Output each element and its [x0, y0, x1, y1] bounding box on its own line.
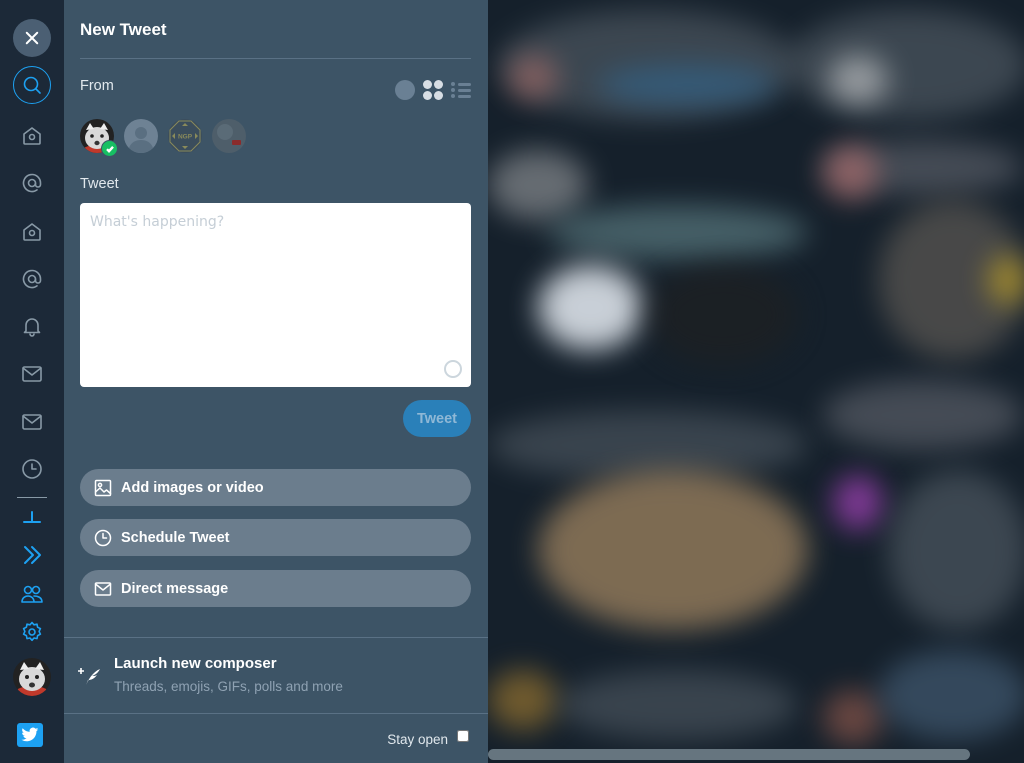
obscured-content — [538, 265, 643, 350]
direct-message-button[interactable]: Direct message — [80, 570, 471, 607]
character-count-ring — [444, 360, 462, 378]
default-avatar-icon — [124, 119, 158, 153]
users-icon — [21, 585, 43, 603]
mail-icon — [22, 366, 42, 382]
obscured-content — [558, 670, 798, 740]
column-home-2[interactable] — [12, 212, 52, 252]
user-avatar[interactable] — [13, 658, 51, 696]
account-avatar-3[interactable]: NGP — [168, 119, 202, 153]
account-selector: NGP — [80, 119, 246, 157]
nav-divider — [17, 497, 47, 498]
obscured-content — [548, 205, 808, 260]
column-scheduled[interactable] — [12, 449, 52, 489]
obscured-content — [488, 150, 588, 220]
collapse-icon — [23, 511, 41, 523]
accounts-button[interactable] — [12, 574, 52, 614]
tweetdeck-app: New Tweet From NGP Tweet What's happenin… — [0, 0, 1024, 763]
clock-icon — [94, 529, 112, 546]
horizontal-scrollbar[interactable] — [488, 749, 970, 760]
column-mentions-2[interactable] — [12, 259, 52, 299]
column-home-1[interactable] — [12, 116, 52, 156]
obscured-content — [833, 475, 883, 530]
at-icon — [22, 269, 42, 289]
settings-button[interactable] — [12, 612, 52, 652]
drawer-title: New Tweet — [80, 20, 167, 39]
double-chevron-icon — [24, 546, 41, 564]
close-composer-button[interactable] — [13, 19, 51, 57]
launch-new-composer-button[interactable]: Launch new composer Threads, emojis, GIF… — [64, 638, 488, 714]
column-messages-1[interactable] — [12, 354, 52, 394]
obscured-content — [648, 265, 798, 365]
account-avatar-2[interactable] — [124, 119, 158, 153]
twitter-logo — [17, 723, 43, 747]
column-notifications[interactable] — [12, 306, 52, 346]
obscured-content — [508, 55, 558, 100]
expand-button[interactable] — [12, 536, 52, 574]
send-tweet-button[interactable]: Tweet — [403, 400, 471, 437]
obscured-content — [788, 10, 1024, 120]
search-icon — [23, 76, 41, 94]
obscured-content — [538, 470, 808, 630]
direct-message-label: Direct message — [121, 580, 229, 597]
obscured-content — [488, 410, 808, 480]
bell-icon — [23, 318, 41, 337]
stay-open-label: Stay open — [387, 732, 448, 747]
launch-composer-title: Launch new composer — [114, 655, 277, 672]
add-images-label: Add images or video — [121, 479, 264, 496]
single-account-view-button[interactable] — [395, 80, 415, 100]
check-icon — [105, 145, 114, 153]
obscured-content — [823, 380, 1023, 450]
account-view-toggles — [395, 80, 471, 100]
account-avatar-1[interactable] — [80, 119, 118, 157]
obscured-content — [823, 690, 883, 745]
launch-divider-bottom — [64, 713, 488, 714]
obscured-content — [888, 470, 1024, 630]
list-account-view-button[interactable] — [451, 80, 471, 100]
twitter-bird-icon — [21, 727, 39, 742]
avatar-image — [13, 658, 51, 696]
avatar-image — [212, 119, 246, 153]
stay-open-option[interactable]: Stay open — [387, 729, 469, 747]
title-divider — [80, 58, 471, 59]
from-label: From — [80, 78, 114, 94]
image-icon — [94, 479, 112, 496]
obscured-content — [488, 670, 558, 730]
svg-text:NGP: NGP — [178, 134, 193, 141]
mail-icon — [94, 581, 112, 596]
gear-icon — [22, 621, 42, 642]
tweet-compose-box — [80, 203, 471, 387]
at-icon — [22, 173, 42, 193]
close-icon — [25, 31, 39, 45]
column-mentions-1[interactable] — [12, 163, 52, 203]
account-avatar-4[interactable] — [212, 119, 246, 153]
column-messages-2[interactable] — [12, 402, 52, 442]
clock-icon — [22, 459, 42, 479]
launch-composer-subtitle: Threads, emojis, GIFs, polls and more — [114, 679, 343, 694]
add-images-button[interactable]: Add images or video — [80, 469, 471, 506]
obscured-columns-area — [488, 0, 1024, 763]
obscured-content — [823, 145, 878, 200]
tweet-text-input[interactable] — [80, 203, 471, 387]
tweet-label: Tweet — [80, 176, 119, 192]
schedule-tweet-button[interactable]: Schedule Tweet — [80, 519, 471, 556]
home-icon — [23, 223, 41, 241]
selected-check-badge — [101, 140, 118, 157]
grid-account-view-button[interactable] — [423, 80, 443, 100]
search-button[interactable] — [13, 66, 51, 104]
obscured-content — [598, 65, 778, 105]
collapse-columns-button[interactable] — [12, 504, 52, 534]
stay-open-checkbox[interactable] — [457, 729, 469, 742]
new-tweet-drawer: New Tweet From NGP Tweet What's happenin… — [64, 0, 488, 763]
ngp-logo-avatar: NGP — [168, 119, 202, 153]
obscured-content — [988, 255, 1024, 305]
obscured-content — [878, 650, 1024, 740]
schedule-tweet-label: Schedule Tweet — [121, 529, 230, 546]
mail-icon — [22, 414, 42, 430]
obscured-content — [828, 55, 888, 105]
quill-plus-icon — [78, 668, 100, 688]
app-navigation — [0, 0, 64, 763]
home-icon — [23, 127, 41, 145]
